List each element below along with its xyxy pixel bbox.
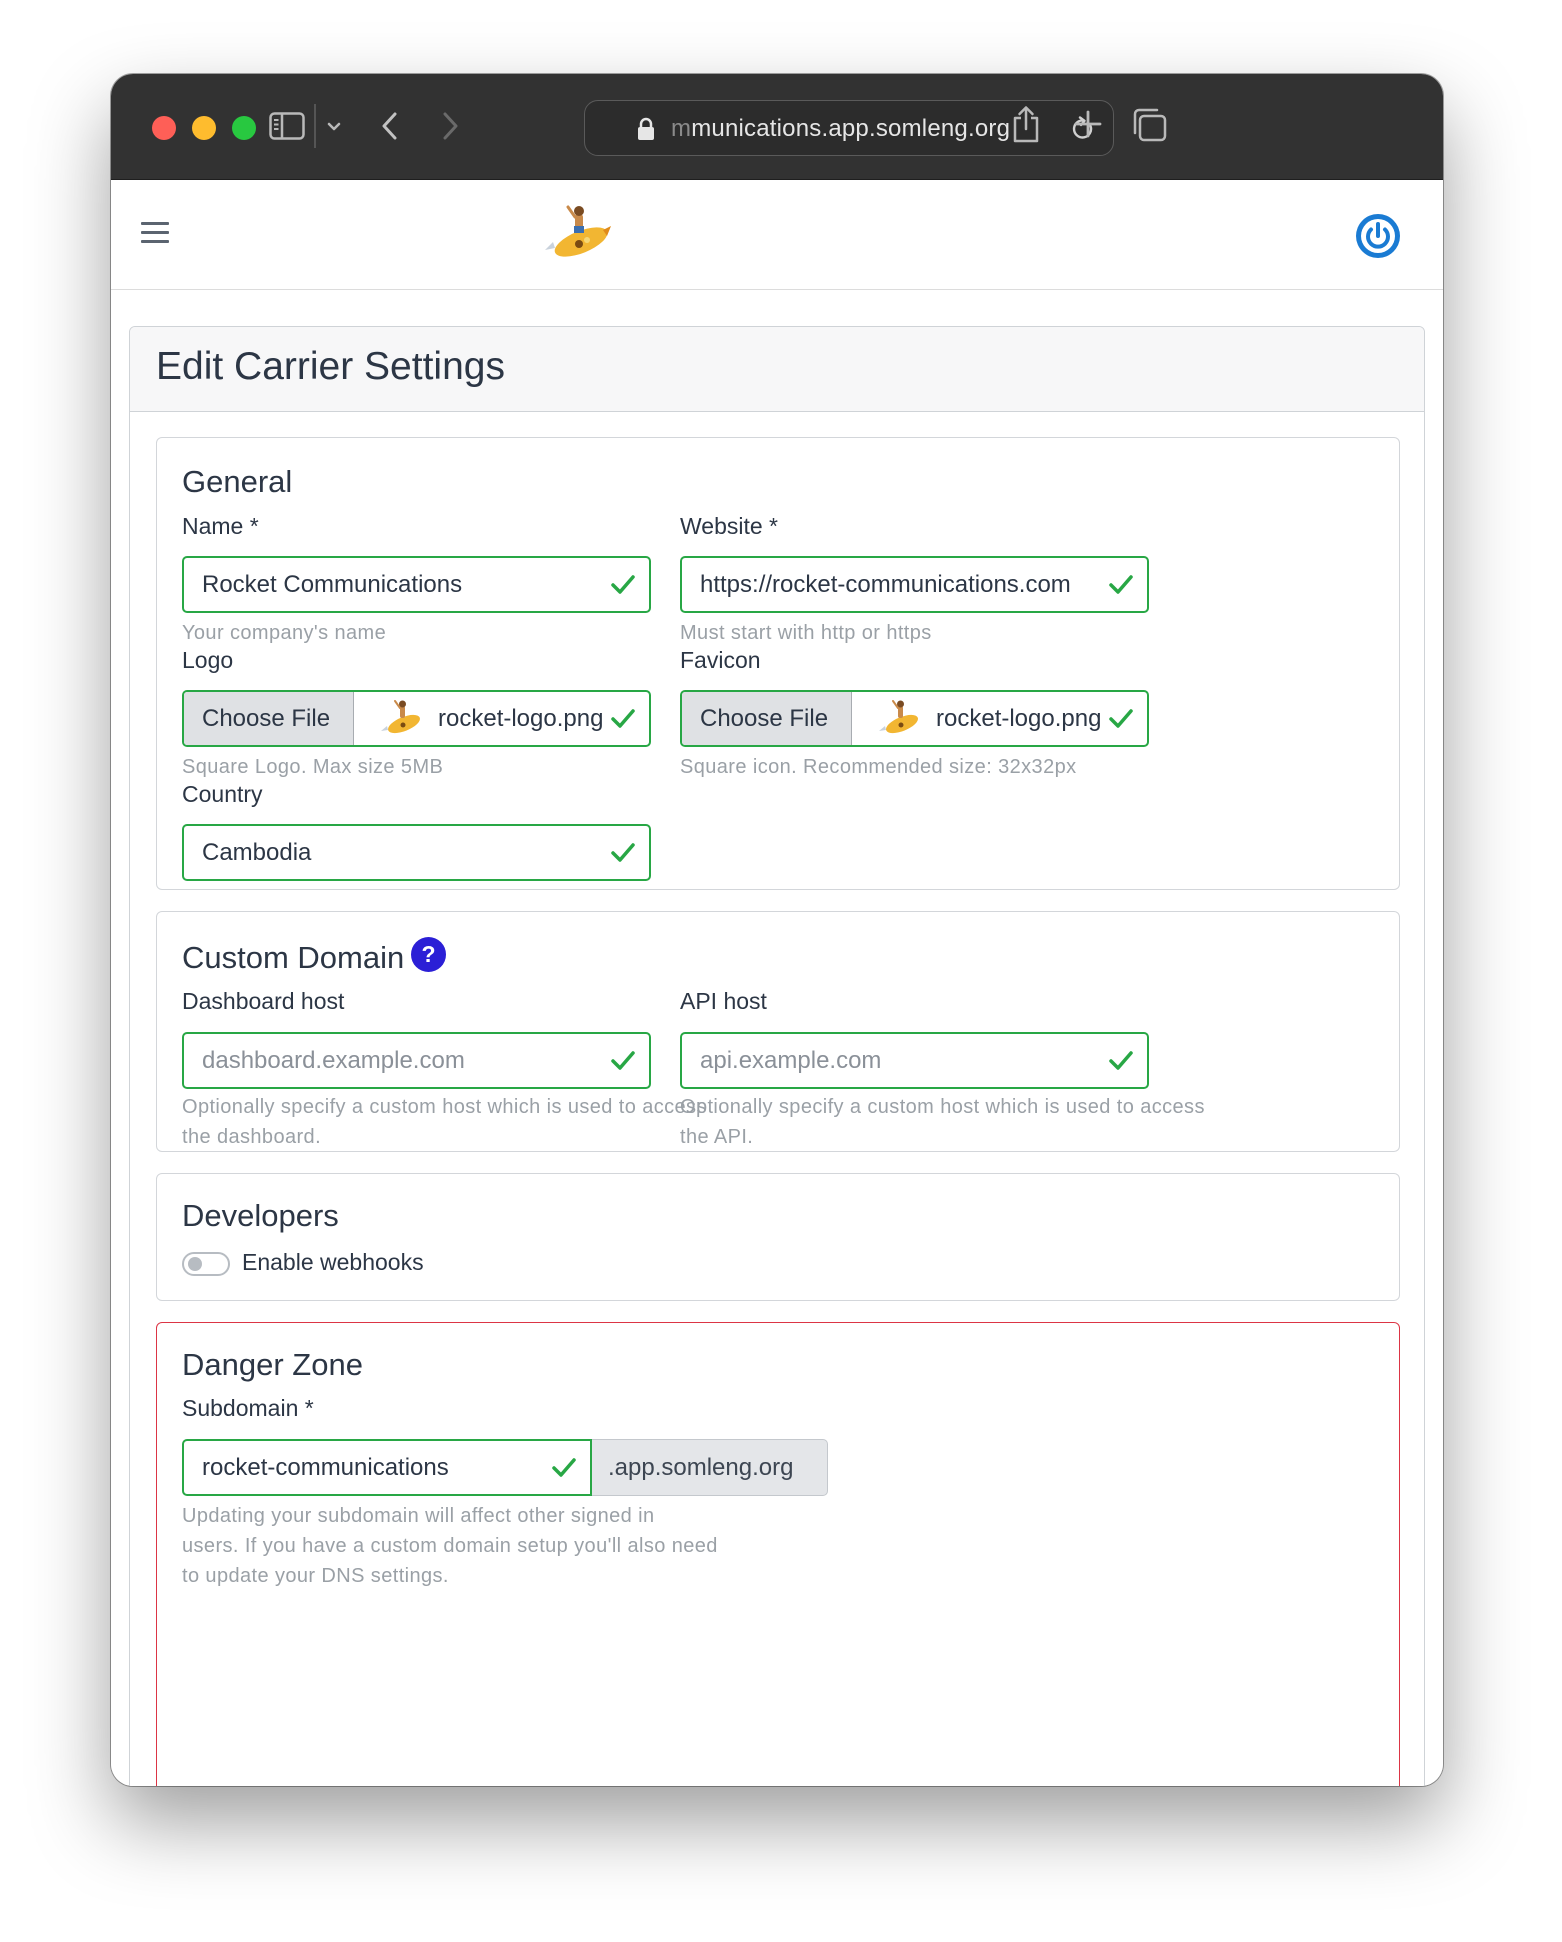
country-label: Country [182, 781, 263, 807]
favicon-help: Square icon. Recommended size: 32x32px [680, 756, 1077, 778]
dashboard-host-placeholder: dashboard.example.com [202, 1047, 465, 1074]
api-host-help-line-2: the API. [680, 1126, 754, 1148]
favicon-choose-file-label: Choose File [700, 705, 829, 732]
rocket-logo-icon [879, 700, 918, 734]
general-title: General [182, 464, 293, 499]
url-main-text: munications.app.somleng.org [691, 115, 1011, 142]
logo-help: Square Logo. Max size 5MB [182, 756, 444, 778]
forward-icon[interactable] [436, 106, 466, 146]
custom-domain-section: Custom Domain ? Dashboard host dashboard… [156, 911, 1400, 1152]
logo-file-name: rocket-logo.png [438, 705, 604, 732]
subdomain-help-line-1: Updating your subdomain will affect othe… [182, 1505, 655, 1527]
developers-section: Developers Enable webhooks [156, 1173, 1400, 1301]
website-help: Must start with http or https [680, 622, 932, 644]
dashboard-host-help-line-1: Optionally specify a custom host which i… [182, 1096, 707, 1118]
check-icon [611, 575, 635, 594]
website-input-value: https://rocket-communications.com [700, 571, 1071, 598]
check-icon [1109, 709, 1133, 728]
favicon-file-input[interactable]: Choose File rocket-logo.png [680, 690, 1149, 747]
website-input[interactable]: https://rocket-communications.com [680, 556, 1149, 613]
check-icon [611, 709, 635, 728]
page-title: Edit Carrier Settings [156, 345, 505, 388]
help-icon[interactable]: ? [411, 937, 446, 972]
api-host-help-line-1: Optionally specify a custom host which i… [680, 1096, 1205, 1118]
check-icon [552, 1458, 576, 1477]
logo-choose-file-button[interactable]: Choose File [184, 692, 354, 745]
toolbar-divider [314, 104, 316, 148]
sidebar-icon[interactable] [267, 106, 307, 146]
settings-card: Edit Carrier Settings General Name * Roc… [129, 326, 1425, 1786]
dashboard-host-input[interactable]: dashboard.example.com [182, 1032, 651, 1089]
check-icon [1109, 575, 1133, 594]
name-help: Your company's name [182, 622, 387, 644]
dashboard-host-help-line-2: the dashboard. [182, 1126, 322, 1148]
dashboard-host-help: Optionally specify a custom host which i… [182, 1092, 707, 1152]
name-input[interactable]: Rocket Communications [182, 556, 651, 613]
favicon-label: Favicon [680, 647, 761, 673]
subdomain-input-group: rocket-communications .app.somleng.org [182, 1439, 828, 1496]
api-host-placeholder: api.example.com [700, 1047, 882, 1074]
power-icon[interactable] [1354, 212, 1402, 260]
share-icon[interactable] [1008, 100, 1044, 148]
url-text: mmunications.app.somleng.org [671, 115, 1010, 143]
subdomain-input-value: rocket-communications [202, 1454, 449, 1481]
subdomain-input[interactable]: rocket-communications [182, 1439, 592, 1496]
card-header: Edit Carrier Settings [130, 327, 1424, 412]
subdomain-suffix: .app.somleng.org [592, 1439, 828, 1496]
check-icon [1109, 1051, 1133, 1070]
favicon-file-name: rocket-logo.png [936, 705, 1102, 732]
subdomain-help: Updating your subdomain will affect othe… [182, 1501, 718, 1591]
api-host-input[interactable]: api.example.com [680, 1032, 1149, 1089]
rocket-logo-icon[interactable] [543, 202, 613, 266]
api-host-label: API host [680, 988, 767, 1014]
check-icon [611, 843, 635, 862]
logo-file-input[interactable]: Choose File rocket-logo.png [182, 690, 651, 747]
chevron-down-icon[interactable] [323, 116, 345, 138]
subdomain-help-line-2: users. If you have a custom domain setup… [182, 1535, 718, 1557]
webhooks-toggle[interactable] [182, 1252, 230, 1276]
hamburger-icon[interactable] [141, 222, 169, 246]
url-faded-text: m [671, 115, 692, 142]
check-icon [611, 1051, 635, 1070]
top-navbar [111, 180, 1443, 290]
subdomain-help-line-3: to update your DNS settings. [182, 1565, 449, 1587]
website-label: Website * [680, 513, 779, 539]
subdomain-label: Subdomain * [182, 1395, 314, 1421]
tabs-overview-icon[interactable] [1129, 106, 1169, 144]
zoom-window-button[interactable] [232, 116, 256, 140]
danger-zone-section: Danger Zone Subdomain * rocket-communica… [156, 1322, 1400, 1786]
rocket-logo-icon [381, 700, 420, 734]
name-input-value: Rocket Communications [202, 571, 463, 598]
browser-toolbar: mmunications.app.somleng.org [111, 74, 1443, 180]
page-content: Edit Carrier Settings General Name * Roc… [111, 180, 1443, 1786]
api-host-help: Optionally specify a custom host which i… [680, 1092, 1205, 1152]
close-window-button[interactable] [152, 116, 176, 140]
back-icon[interactable] [374, 106, 404, 146]
custom-domain-title: Custom Domain [182, 940, 405, 975]
dashboard-host-label: Dashboard host [182, 988, 345, 1014]
favicon-choose-file-button[interactable]: Choose File [682, 692, 852, 745]
country-select-value: Cambodia [202, 839, 312, 866]
new-tab-icon[interactable] [1072, 108, 1104, 140]
danger-zone-title: Danger Zone [182, 1347, 363, 1382]
name-label: Name * [182, 513, 259, 539]
developers-title: Developers [182, 1198, 339, 1233]
minimize-window-button[interactable] [192, 116, 216, 140]
logo-label: Logo [182, 647, 234, 673]
logo-choose-file-label: Choose File [202, 705, 331, 732]
country-select[interactable]: Cambodia [182, 824, 651, 881]
lock-icon [637, 117, 655, 146]
general-section: General Name * Rocket Communications You… [156, 437, 1400, 890]
webhooks-label: Enable webhooks [242, 1249, 424, 1275]
subdomain-suffix-text: .app.somleng.org [608, 1454, 794, 1481]
browser-window: mmunications.app.somleng.org Edit Carrie… [111, 74, 1443, 1786]
